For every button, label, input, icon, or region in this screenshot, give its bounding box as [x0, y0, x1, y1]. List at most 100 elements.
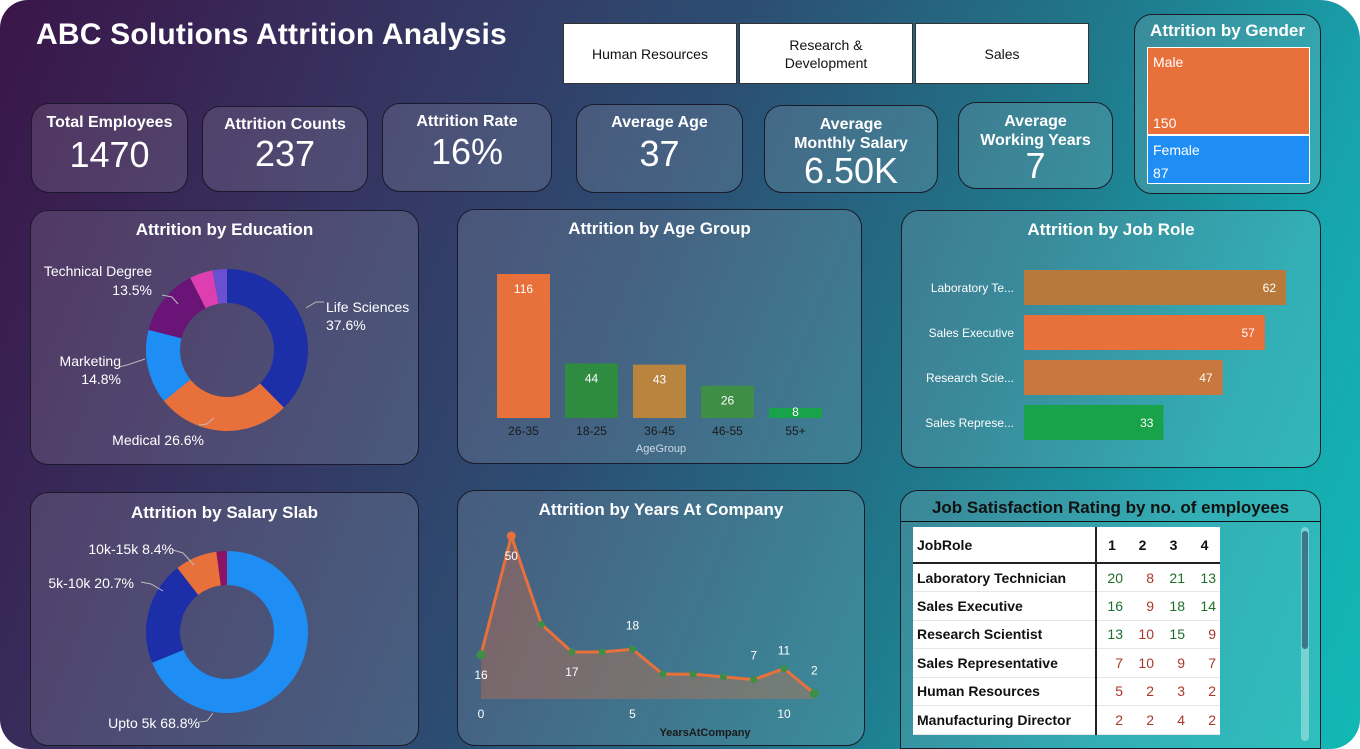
- job-role-panel: Attrition by Job Role 62 Laboratory Te...…: [901, 210, 1321, 468]
- years-axis-title: YearsAtCompany: [659, 727, 751, 739]
- years-area-chart: 16 50 17 18 7 11 2 0 5 10 YearsAtCompany: [474, 530, 819, 739]
- job-role-bar-value: 62: [1263, 281, 1277, 295]
- table-cell-value: 2: [1096, 705, 1127, 735]
- table-cell-role: Manufacturing Director: [913, 705, 1097, 735]
- satisfaction-panel: Job Satisfaction Rating by no. of employ…: [900, 490, 1321, 749]
- table-cell-value: 10: [1127, 648, 1158, 678]
- table-header[interactable]: 4: [1189, 527, 1220, 564]
- age-bar-value: 44: [585, 371, 599, 385]
- kpi-value: 7: [1025, 145, 1046, 186]
- education-label: Life Sciences: [326, 299, 409, 315]
- age-bar-value: 43: [653, 373, 667, 387]
- kpi-value: 6.50K: [803, 150, 899, 191]
- table-row[interactable]: Laboratory Technician 20 8 21 13: [913, 563, 1220, 592]
- panel-title: Job Satisfaction Rating by no. of employ…: [931, 498, 1290, 517]
- donut-slice[interactable]: [227, 269, 308, 408]
- slicer-research-development[interactable]: Research & Development: [739, 23, 913, 84]
- years-tick-label: 5: [629, 707, 636, 721]
- age-bar-value: 8: [792, 405, 799, 419]
- job-role-bar-value: 57: [1242, 326, 1256, 340]
- kpi-average-working-years: Average Working Years 7: [958, 102, 1113, 189]
- kpi-label: Total Employees: [46, 114, 173, 131]
- education-label: 14.8%: [81, 371, 121, 387]
- slicer-sales[interactable]: Sales: [915, 23, 1089, 84]
- gender-value: 87: [1153, 165, 1169, 181]
- gender-female-tile[interactable]: Female 87: [1147, 135, 1310, 184]
- table-scrollbar-track[interactable]: [1301, 527, 1309, 741]
- years-point[interactable]: [538, 620, 546, 628]
- job-role-bar[interactable]: [1024, 315, 1265, 350]
- table-header[interactable]: 2: [1127, 527, 1158, 564]
- years-tick-label: 10: [777, 707, 791, 721]
- table-cell-value: 16: [1096, 591, 1127, 621]
- table-cell-value: 13: [1096, 620, 1127, 649]
- job-role-bar-value: 33: [1140, 416, 1154, 430]
- table-cell-value: 2: [1127, 705, 1158, 735]
- gender-label: Female: [1153, 142, 1200, 158]
- education-label: Medical 26.6%: [112, 432, 204, 448]
- table-cell-value: 7: [1189, 648, 1220, 678]
- table-header[interactable]: 3: [1158, 527, 1189, 564]
- page-title: ABC Solutions Attrition Analysis: [36, 18, 507, 51]
- age-axis-title: AgeGroup: [636, 443, 686, 455]
- years-point[interactable]: [629, 645, 636, 653]
- table-cell-value: 2: [1127, 677, 1158, 706]
- age-tick-label: 18-25: [576, 424, 607, 438]
- years-point[interactable]: [568, 648, 576, 656]
- age-group-bar-chart: 116 26-35 44 18-25 43 36-45 26 46-55 8 55+ AgeGro…: [497, 274, 822, 455]
- table-scrollbar-thumb[interactable]: [1302, 531, 1308, 649]
- gender-label: Male: [1153, 54, 1184, 70]
- table-header[interactable]: 1: [1096, 527, 1127, 564]
- kpi-average-age: Average Age 37: [576, 104, 743, 193]
- years-point[interactable]: [719, 673, 727, 681]
- table-cell-value: 2: [1189, 677, 1220, 706]
- years-point[interactable]: [780, 665, 788, 673]
- job-role-tick-label: Sales Represe...: [925, 416, 1014, 430]
- years-point[interactable]: [506, 531, 516, 541]
- education-label: Marketing: [60, 353, 121, 369]
- table-cell-value: 9: [1158, 648, 1189, 678]
- years-point[interactable]: [476, 650, 486, 660]
- kpi-value: 237: [254, 133, 316, 174]
- table-header[interactable]: JobRole: [913, 527, 1097, 564]
- table-row[interactable]: Research Scientist 13 10 15 9: [913, 620, 1220, 649]
- table-cell-value: 9: [1189, 620, 1220, 649]
- years-point[interactable]: [689, 670, 697, 678]
- kpi-attrition-rate: Attrition Rate 16%: [382, 103, 552, 192]
- years-data-label: 18: [626, 618, 640, 632]
- kpi-label: Attrition Rate: [416, 113, 518, 130]
- age-tick-label: 26-35: [508, 424, 539, 438]
- age-bar-value: 26: [721, 394, 735, 408]
- table-row[interactable]: Manufacturing Director 2 2 4 2: [913, 705, 1220, 735]
- table-header-row: JobRole 1 2 3 4: [913, 527, 1220, 564]
- table-cell-value: 13: [1189, 563, 1220, 592]
- job-role-bar-chart: 62 Laboratory Te... 57 Sales Executive 47 Res…: [925, 270, 1286, 440]
- age-bar-value: 116: [514, 282, 533, 296]
- table-cell-value: 14: [1189, 591, 1220, 621]
- table-row[interactable]: Human Resources 5 2 3 2: [913, 677, 1220, 706]
- kpi-value: 1470: [69, 134, 150, 175]
- kpi-total-employees: Total Employees 1470: [31, 103, 188, 193]
- years-data-label: 17: [565, 665, 579, 679]
- job-role-bar[interactable]: [1024, 270, 1286, 305]
- years-data-label: 7: [750, 649, 757, 663]
- years-point[interactable]: [598, 648, 606, 656]
- table-cell-value: 9: [1127, 591, 1158, 621]
- education-label: 37.6%: [326, 317, 366, 333]
- table-cell-role: Sales Representative: [913, 648, 1097, 678]
- years-point[interactable]: [750, 676, 758, 684]
- salary-label: Upto 5k 68.8%: [108, 715, 200, 731]
- kpi-value: 37: [639, 133, 680, 174]
- slicer-human-resources[interactable]: Human Resources: [563, 23, 737, 84]
- years-data-label: 16: [474, 668, 488, 682]
- years-point[interactable]: [809, 688, 819, 698]
- kpi-attrition-counts: Attrition Counts 237: [202, 106, 368, 192]
- gender-panel: Attrition by Gender Male 150 Female 87: [1134, 14, 1321, 194]
- gender-male-tile[interactable]: Male 150: [1147, 47, 1310, 135]
- table-row[interactable]: Sales Executive 16 9 18 14: [913, 591, 1220, 621]
- table-cell-value: 20: [1096, 563, 1127, 592]
- years-tick-label: 0: [478, 707, 485, 721]
- years-point[interactable]: [659, 670, 667, 678]
- job-role-bar[interactable]: [1024, 360, 1223, 395]
- table-row[interactable]: Sales Representative 7 10 9 7: [913, 648, 1220, 678]
